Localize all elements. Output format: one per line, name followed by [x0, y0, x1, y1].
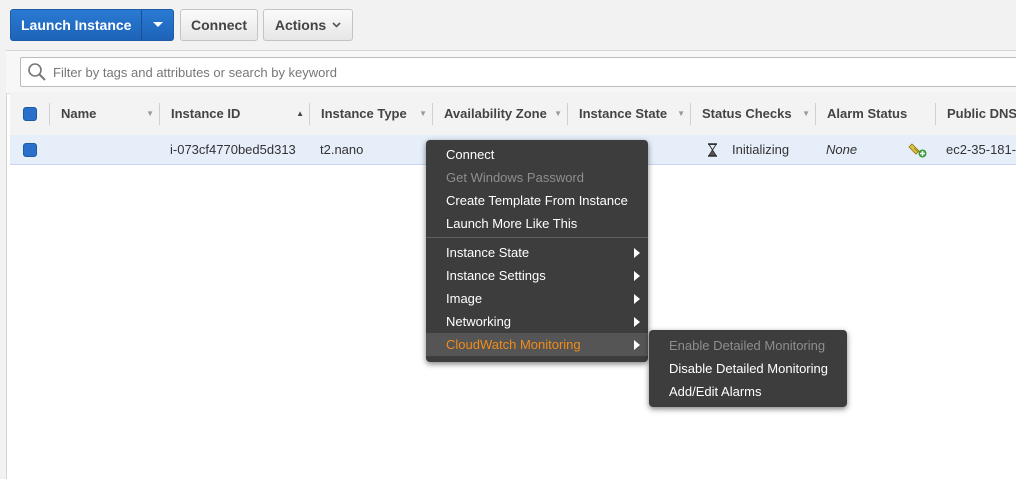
menu-item-label: Image: [446, 291, 483, 306]
cell-public-dns: ec2-35-181-: [946, 142, 1016, 157]
column-availability-zone[interactable]: Availability Zone ▼: [433, 92, 568, 135]
column-public-dns[interactable]: Public DNS: [936, 92, 1016, 135]
cell-instance-type: t2.nano: [320, 142, 364, 157]
context-menu: Connect Get Windows Password Create Temp…: [426, 140, 648, 362]
menu-item-networking[interactable]: Networking: [426, 310, 648, 333]
row-checkbox[interactable]: [23, 142, 37, 157]
menu-item-instance-settings[interactable]: Instance Settings: [426, 264, 648, 287]
actions-button-label: Actions: [274, 17, 327, 33]
menu-item-label: Networking: [446, 314, 512, 329]
menu-item-image[interactable]: Image: [426, 287, 648, 310]
submenu-item-disable-detailed-monitoring[interactable]: Disable Detailed Monitoring: [649, 357, 847, 380]
column-instance-type[interactable]: Instance Type ▼: [310, 92, 433, 135]
menu-item-instance-state[interactable]: Instance State: [426, 241, 648, 264]
column-instance-id[interactable]: Instance ID ▲: [160, 92, 310, 135]
select-all-cell: [10, 92, 50, 135]
column-name[interactable]: Name ▼: [50, 92, 160, 135]
submenu-item-add-edit-alarms[interactable]: Add/Edit Alarms: [649, 380, 847, 403]
launch-dropdown-button[interactable]: [141, 10, 173, 40]
column-label-name: Name: [61, 106, 97, 121]
menu-item-connect[interactable]: Connect: [426, 143, 648, 166]
column-label-instance-id: Instance ID: [171, 106, 241, 121]
cell-instance-id: i-073cf4770bed5d313: [170, 142, 296, 157]
submenu-arrow-icon: [634, 294, 640, 304]
filter-input[interactable]: [51, 58, 955, 86]
launch-instance-button-group[interactable]: Launch Instance: [10, 9, 174, 41]
submenu-arrow-icon: [634, 317, 640, 327]
submenu-arrow-icon: [634, 271, 640, 281]
submenu-arrow-icon: [634, 248, 640, 258]
row-select-cell: [10, 135, 50, 164]
cell-status-checks-icon: [707, 135, 718, 164]
sort-down-icon: ▼: [554, 109, 562, 118]
cell-alarm-status: None: [826, 142, 858, 157]
caret-down-icon: [152, 22, 163, 27]
submenu-arrow-icon: [634, 340, 640, 350]
column-label-public-dns: Public DNS: [947, 106, 1016, 121]
filter-bar: [6, 50, 1016, 94]
column-label-status-checks: Status Checks: [702, 106, 792, 121]
sort-down-icon: ▼: [146, 109, 154, 118]
cell-status-checks: Initializing: [732, 142, 790, 157]
menu-item-launch-more[interactable]: Launch More Like This: [426, 212, 648, 235]
hourglass-icon: [708, 142, 717, 157]
column-instance-state[interactable]: Instance State ▼: [568, 92, 691, 135]
submenu-item-enable-detailed-monitoring: Enable Detailed Monitoring: [669, 338, 826, 353]
column-label-instance-type: Instance Type: [321, 106, 407, 121]
sort-down-icon: ▼: [802, 109, 810, 118]
toolbar: Launch Instance Connect Actions: [0, 0, 1016, 50]
column-label-instance-state: Instance State: [579, 106, 668, 121]
menu-item-label: CloudWatch Monitoring: [446, 337, 581, 352]
menu-item-label: Instance Settings: [446, 268, 546, 283]
connect-button-label: Connect: [191, 17, 247, 33]
add-alarm-icon[interactable]: [908, 141, 928, 159]
actions-button[interactable]: Actions: [263, 9, 353, 41]
select-all-checkbox[interactable]: [23, 106, 37, 121]
table-header: Name ▼ Instance ID ▲ Instance Type ▼ Ava…: [10, 92, 1016, 136]
add-alarm-icon-cell[interactable]: [908, 135, 928, 164]
menu-item-get-windows-password: Get Windows Password: [446, 170, 584, 185]
filter-box[interactable]: [20, 57, 1016, 87]
menu-item-cloudwatch-monitoring[interactable]: CloudWatch Monitoring: [426, 333, 648, 356]
menu-item-create-template[interactable]: Create Template From Instance: [426, 189, 648, 212]
menu-separator: [426, 237, 648, 238]
connect-button[interactable]: Connect: [180, 9, 258, 41]
column-status-checks[interactable]: Status Checks ▼: [691, 92, 816, 135]
search-icon: [28, 63, 46, 81]
sort-up-icon: ▲: [296, 109, 304, 118]
cloudwatch-submenu: Enable Detailed Monitoring Disable Detai…: [649, 330, 847, 407]
column-label-availability-zone: Availability Zone: [444, 106, 547, 121]
launch-instance-button[interactable]: Launch Instance: [11, 10, 141, 40]
column-label-alarm-status: Alarm Status: [827, 106, 908, 121]
column-alarm-status[interactable]: Alarm Status: [816, 92, 936, 135]
chevron-down-icon: [332, 22, 341, 28]
sort-down-icon: ▼: [419, 109, 427, 118]
menu-item-label: Instance State: [446, 245, 530, 260]
sort-down-icon: ▼: [677, 109, 685, 118]
